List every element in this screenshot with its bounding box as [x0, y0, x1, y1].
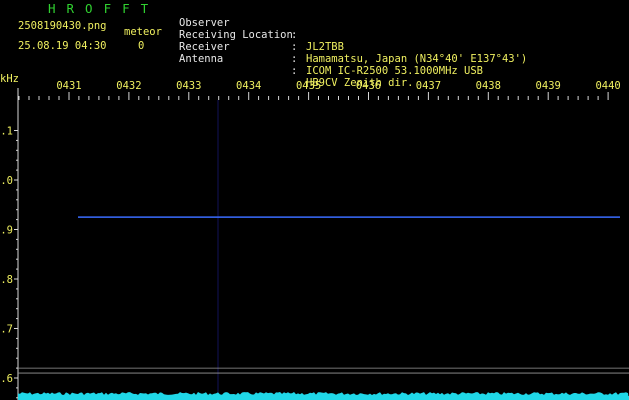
- x-tick-label: 0435: [296, 80, 321, 92]
- y-tick-label: 1.1: [0, 126, 13, 138]
- x-tick-label: 0433: [176, 80, 201, 92]
- x-tick-label: 0439: [536, 80, 561, 92]
- x-tick-label: 0432: [116, 80, 141, 92]
- x-tick-label: 0434: [236, 80, 261, 92]
- x-tick-label: 0440: [595, 80, 620, 92]
- x-tick-label: 0438: [476, 80, 501, 92]
- noise-floor: [18, 396, 629, 400]
- x-tick-label: 0431: [56, 80, 81, 92]
- x-tick-label: 0437: [416, 80, 441, 92]
- y-tick-label: 1.0: [0, 175, 13, 187]
- x-tick-label: 0436: [356, 80, 381, 92]
- y-tick-label: 0.8: [0, 274, 13, 286]
- y-tick-label: 0.7: [0, 324, 13, 336]
- y-tick-label: 0.9: [0, 225, 13, 237]
- y-tick-label: 0.6: [0, 373, 13, 385]
- spectrogram-plot: 1.1 1.0 0.9 0.8 0.7 0.6 0431 0432 0433 0434 0435 04…: [0, 80, 629, 400]
